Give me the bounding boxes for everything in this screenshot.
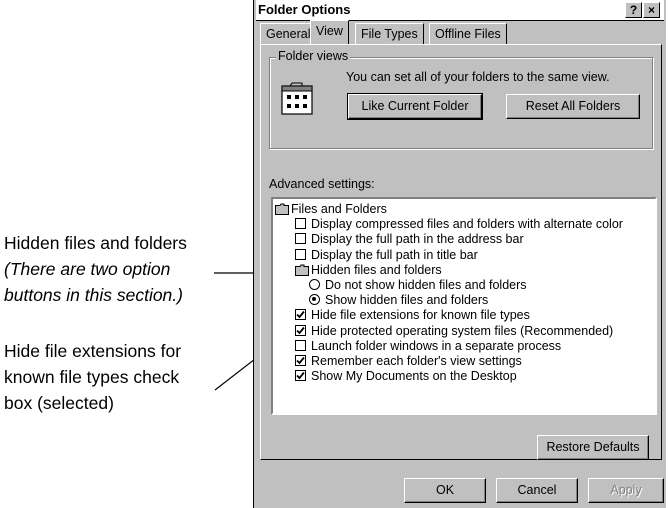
setting-label: Launch folder windows in a separate proc… — [311, 338, 562, 353]
help-button[interactable]: ? — [625, 2, 642, 18]
like-current-folder-button[interactable]: Like Current Folder — [347, 93, 483, 120]
button-label: OK — [435, 483, 455, 497]
button-label: Apply — [610, 483, 642, 497]
checkbox-checked[interactable] — [295, 355, 306, 366]
radio-selected[interactable] — [309, 294, 320, 306]
checkmark-icon — [296, 311, 305, 319]
button-label: Like Current Folder — [361, 99, 469, 113]
view-tab-panel: Folder views You can set all of your fol… — [260, 44, 662, 460]
folder-options-dialog: Folder Options ? × General View File Typ… — [253, 0, 666, 508]
folder-views-description: You can set all of your folders to the s… — [346, 70, 610, 84]
setting-label: Hidden files and folders — [311, 262, 442, 277]
tab-label: View — [316, 24, 343, 38]
setting-label: Display the full path in the address bar — [311, 232, 524, 247]
checkbox-checked[interactable] — [295, 370, 306, 382]
setting-label: Display the full path in title bar — [311, 247, 478, 262]
checkbox-checked[interactable] — [295, 324, 306, 336]
callout-ext-line2: known file types check — [4, 367, 180, 387]
ok-button[interactable]: OK — [404, 478, 486, 503]
button-label: Reset All Folders — [525, 99, 621, 113]
checkbox-unchecked[interactable] — [295, 233, 306, 245]
tab-offline-files[interactable]: Offline Files — [429, 23, 507, 45]
checkmark-icon — [296, 356, 305, 365]
reset-all-folders-button[interactable]: Reset All Folders — [506, 94, 640, 119]
setting-label: Files and Folders — [291, 202, 387, 216]
tab-label: Offline Files — [435, 27, 501, 41]
setting-label: Display compressed files and folders wit… — [311, 217, 623, 232]
folder-views-label: Folder views — [276, 49, 351, 63]
button-label: Restore Defaults — [546, 440, 640, 454]
checkmark-icon — [296, 372, 305, 380]
restore-defaults-button[interactable]: Restore Defaults — [537, 435, 649, 460]
folder-icon — [295, 264, 309, 280]
setting-label: Remember each folder's view settings — [311, 354, 522, 368]
callout-hidden-files: Hidden files and folders (There are two … — [4, 230, 209, 308]
callout-hidden-note: (There are two option buttons in this se… — [4, 259, 183, 305]
tab-label: File Types — [361, 27, 418, 41]
callout-ext-line3: box (selected) — [4, 393, 114, 413]
checkbox-unchecked[interactable] — [295, 218, 306, 230]
setting-label: Hide protected operating system files (R… — [311, 323, 614, 338]
cancel-button[interactable]: Cancel — [496, 478, 578, 503]
dialog-title: Folder Options — [258, 2, 351, 17]
button-label: Cancel — [517, 483, 557, 497]
setting-label: Show hidden files and folders — [325, 293, 489, 308]
folder-views-icon — [281, 82, 313, 115]
radio-unselected[interactable] — [309, 279, 320, 290]
title-bar[interactable]: Folder Options ? × — [256, 0, 664, 21]
tab-file-types[interactable]: File Types — [355, 23, 424, 45]
checkbox-checked[interactable] — [295, 309, 306, 321]
callout-hide-extensions: Hide file extensions for known file type… — [4, 338, 181, 416]
setting-label: Show My Documents on the Desktop — [311, 369, 517, 384]
advanced-settings-list[interactable]: Files and Folders Display compressed file… — [271, 197, 657, 415]
callout-ext-line1: Hide file extensions for — [4, 341, 182, 361]
folder-icon — [275, 203, 289, 219]
tab-general[interactable]: General — [260, 23, 317, 45]
setting-label: Do not show hidden files and folders — [325, 278, 527, 292]
tab-label: General — [266, 27, 311, 41]
folder-views-group: Folder views You can set all of your fol… — [269, 49, 653, 149]
checkbox-unchecked[interactable] — [295, 248, 306, 260]
checkmark-icon — [296, 326, 305, 334]
callout-hidden-title: Hidden files and folders — [4, 233, 187, 253]
advanced-settings-label: Advanced settings: — [269, 177, 375, 191]
setting-label: Hide file extensions for known file type… — [311, 308, 530, 323]
apply-button[interactable]: Apply — [588, 478, 664, 503]
tab-view[interactable]: View — [310, 20, 349, 44]
close-button[interactable]: × — [643, 2, 660, 18]
checkbox-unchecked[interactable] — [295, 339, 306, 351]
